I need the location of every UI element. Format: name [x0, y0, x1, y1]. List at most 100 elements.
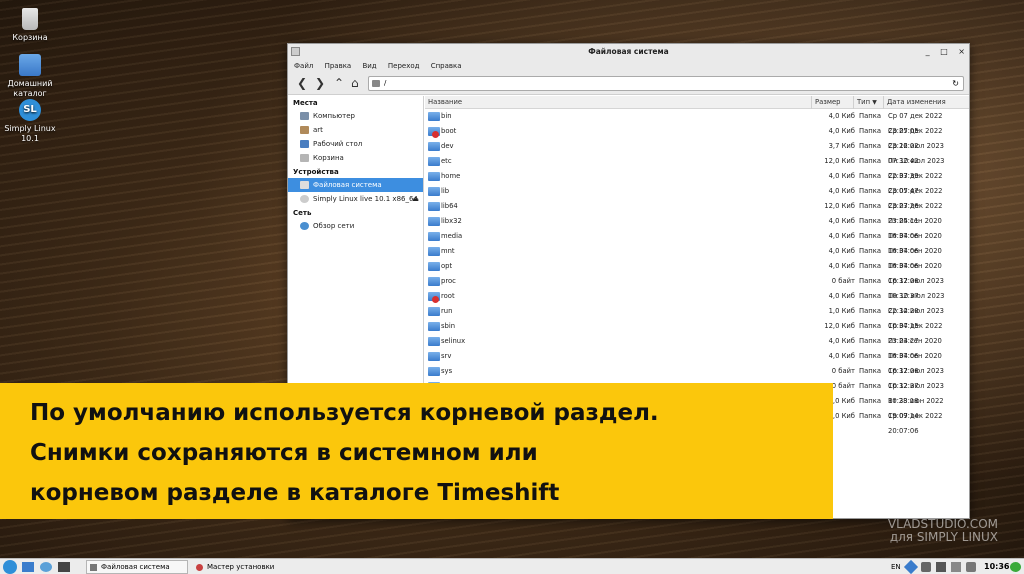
menu-edit[interactable]: Правка [325, 62, 352, 70]
forward-icon[interactable]: ❯ [315, 76, 325, 90]
folder-icon [428, 172, 440, 181]
file-row[interactable]: lib64 12,0 Киб Папка Ср 07 дек 2022 23:25:1… [425, 199, 969, 225]
battery-tray-icon[interactable] [951, 562, 961, 572]
up-icon[interactable]: ⌃ [334, 76, 344, 90]
location-bar[interactable]: / ↻ [368, 76, 964, 91]
network-tray-icon[interactable] [903, 559, 919, 574]
browser-icon[interactable] [40, 562, 52, 572]
file-row[interactable]: proc 0 байт Папка Ср 12 июл 2023 10:32:37 [425, 274, 969, 300]
file-row[interactable]: bin 4,0 Киб Папка Ср 07 дек 2022 23:25:05 [425, 109, 969, 135]
folder-icon [428, 232, 440, 241]
file-size: 4,0 Киб [828, 187, 855, 195]
file-row[interactable]: selinux 4,0 Киб Папка Пт 04 сен 2020 16:37:… [425, 334, 969, 360]
file-name: bin [441, 112, 452, 120]
sidebar-item-label: Корзина [313, 154, 344, 162]
file-row[interactable]: run 1,0 Киб Папка Ср 12 июл 2023 10:34:15 [425, 304, 969, 330]
file-type: Папка [859, 172, 881, 180]
sidebar-item-browse-network[interactable]: Обзор сети [288, 219, 423, 233]
file-row[interactable]: srv 4,0 Киб Папка Пт 04 сен 2020 16:37:06 [425, 349, 969, 375]
sidebar-item-label: Обзор сети [313, 222, 355, 230]
file-name: lib [441, 187, 450, 195]
window-titlebar[interactable]: Файловая система _ □ × [288, 44, 969, 59]
user-home-icon [300, 126, 309, 134]
sidebar-item-live-disk[interactable]: Simply Linux live 10.1 x86_64 ⏏ [288, 192, 423, 206]
folder-icon [428, 202, 440, 211]
file-row[interactable]: mnt 4,0 Киб Папка Пт 04 сен 2020 16:37:06 [425, 244, 969, 270]
file-size: 3,7 Киб [828, 142, 855, 150]
screen-tray-icon[interactable] [921, 562, 931, 572]
file-type: Папка [859, 277, 881, 285]
folder-icon [428, 277, 440, 286]
file-type: Папка [859, 322, 881, 330]
volume-tray-icon[interactable] [936, 562, 946, 572]
sidebar-item-trash[interactable]: Корзина [288, 151, 423, 165]
menu-file[interactable]: Файл [294, 62, 313, 70]
file-row[interactable]: root 4,0 Киб Папка Пн 10 июл 2023 22:34:20 [425, 289, 969, 315]
minimize-button[interactable]: _ [926, 47, 930, 56]
window-title: Файловая система [588, 47, 669, 56]
menu-go[interactable]: Переход [388, 62, 420, 70]
eject-icon[interactable]: ⏏ [412, 192, 419, 206]
monitor-tray-icon[interactable] [966, 562, 976, 572]
file-type: Папка [859, 352, 881, 360]
file-row[interactable]: etc 12,0 Киб Папка Пн 10 июл 2023 22:33:39 [425, 154, 969, 180]
file-row[interactable]: sbin 12,0 Киб Папка Ср 07 дек 2022 23:23:27 [425, 319, 969, 345]
installer-icon [196, 564, 203, 571]
desktop-icon-label: Simply Linux 10.1 [4, 124, 56, 143]
file-size: 12,0 Киб [824, 322, 855, 330]
file-row[interactable]: opt 4,0 Киб Папка Пт 04 сен 2020 16:37:06 [425, 259, 969, 285]
back-icon[interactable]: ❮ [297, 76, 307, 90]
file-row[interactable]: media 4,0 Киб Папка Пт 04 сен 2020 16:37:06 [425, 229, 969, 255]
sidebar-item-computer[interactable]: Компьютер [288, 109, 423, 123]
file-list-header: Название Размер Тип ▼ Дата изменения [425, 96, 969, 109]
show-desktop-icon[interactable] [22, 562, 34, 572]
column-size[interactable]: Размер [811, 96, 853, 109]
task-file-manager[interactable]: Файловая система [86, 560, 188, 574]
file-type: Папка [859, 217, 881, 225]
sidebar-item-label: Компьютер [313, 112, 355, 120]
sort-arrow-icon: ▼ [872, 99, 877, 106]
no-access-icon [432, 131, 439, 138]
reload-icon[interactable]: ↻ [952, 77, 959, 90]
close-button[interactable]: × [958, 47, 965, 56]
folder-icon [428, 367, 440, 376]
file-row[interactable]: home 4,0 Киб Папка Ср 07 дек 2022 23:05:47 [425, 169, 969, 195]
file-size: 0 байт [831, 277, 855, 285]
folder-icon [428, 247, 440, 256]
desktop-icon-simply-linux[interactable]: SL Simply Linux 10.1 [0, 99, 60, 144]
location-path: / [384, 79, 387, 87]
column-type[interactable]: Тип ▼ [853, 96, 883, 109]
file-name: dev [441, 142, 454, 150]
sidebar-item-filesystem[interactable]: Файловая система [288, 178, 423, 192]
watermark-line: для SIMPLY LINUX [889, 530, 998, 544]
update-tray-icon[interactable] [1010, 562, 1021, 572]
file-type: Папка [859, 157, 881, 165]
file-row[interactable]: lib 4,0 Киб Папка Ср 07 дек 2022 23:23:26 [425, 184, 969, 210]
sidebar-item-desktop[interactable]: Рабочий стол [288, 137, 423, 151]
desktop-icon-home[interactable]: Домашний каталог [0, 54, 60, 99]
terminal-icon[interactable] [58, 562, 70, 572]
task-installer[interactable]: Мастер установки [192, 560, 302, 574]
file-row[interactable]: dev 3,7 Киб Папка Ср 12 июл 2023 07:32:42 [425, 139, 969, 165]
file-type: Папка [859, 202, 881, 210]
sidebar-item-art[interactable]: art [288, 123, 423, 137]
file-rows: bin 4,0 Киб Папка Ср 07 дек 2022 23:25:05 bo… [425, 109, 969, 435]
folder-icon [428, 187, 440, 196]
column-date[interactable]: Дата изменения [883, 96, 971, 109]
maximize-button[interactable]: □ [940, 47, 948, 56]
file-row[interactable]: sys 0 байт Папка Ср 12 июл 2023 10:32:37 [425, 364, 969, 390]
file-row[interactable]: boot 4,0 Киб Папка Ср 07 дек 2022 23:26:02 [425, 124, 969, 150]
network-icon [300, 222, 309, 230]
home-icon[interactable]: ⌂ [351, 76, 359, 90]
menu-help[interactable]: Справка [431, 62, 462, 70]
keyboard-layout[interactable]: EN [891, 560, 901, 574]
column-name[interactable]: Название [425, 96, 811, 109]
file-type: Папка [859, 382, 881, 390]
file-name: lib64 [441, 202, 458, 210]
file-date: Ср 07 дек 2022 20:07:06 [888, 412, 943, 435]
desktop-icon-trash[interactable]: Корзина [0, 8, 60, 43]
start-menu-icon[interactable] [3, 560, 17, 574]
menu-view[interactable]: Вид [362, 62, 376, 70]
clock[interactable]: 10:36 [984, 560, 1009, 574]
file-row[interactable]: libx32 4,0 Киб Папка Пт 04 сен 2020 16:37:0… [425, 214, 969, 240]
